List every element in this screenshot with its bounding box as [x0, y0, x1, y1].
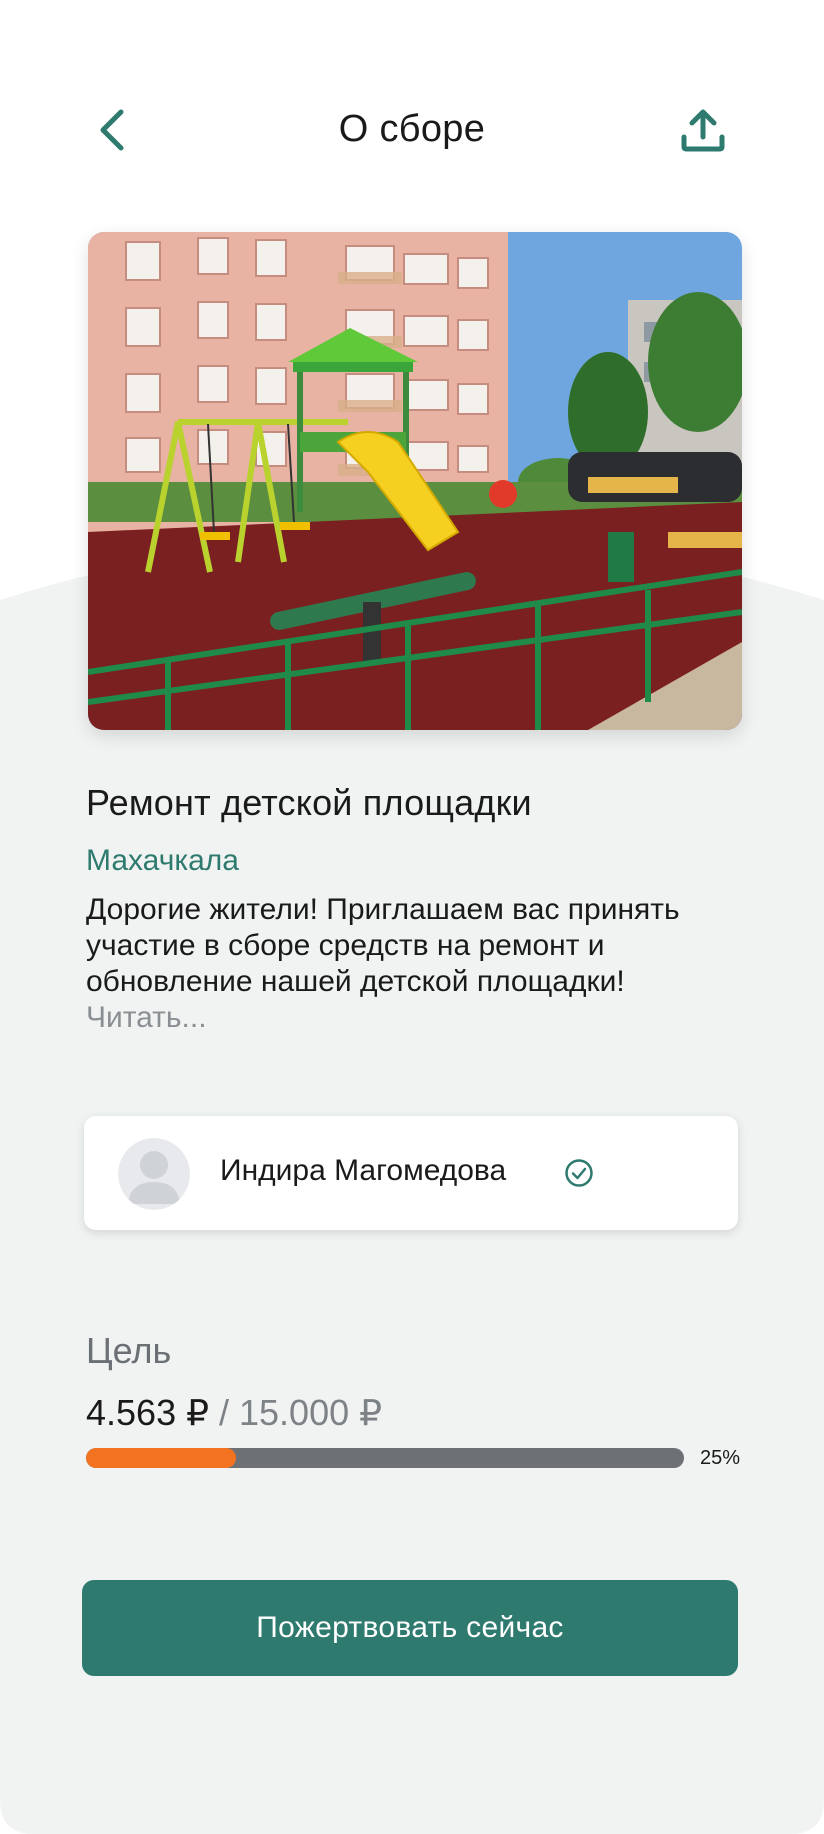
author-card[interactable]: Индира Магомедова: [84, 1116, 738, 1230]
author-name: Индира Магомедова: [220, 1154, 507, 1187]
read-more-link[interactable]: Читать...: [86, 1001, 207, 1034]
target-amount: 15.000 ₽: [239, 1392, 383, 1433]
progress-percent: 25%: [700, 1447, 741, 1469]
campaign-photo: [88, 232, 742, 730]
progress-fill: [86, 1448, 236, 1468]
donate-button[interactable]: Пожертвовать сейчас: [82, 1580, 738, 1676]
check-circle-icon: [564, 1158, 594, 1188]
progress-bar: [86, 1448, 684, 1468]
campaign-description: Дорогие жители! Приглашаем вас принять у…: [86, 892, 686, 1036]
goal-amount: 4.563 ₽ / 15.000 ₽: [86, 1392, 382, 1434]
description-text: Дорогие жители! Приглашаем вас принять у…: [86, 893, 680, 998]
user-placeholder-icon: [118, 1138, 190, 1210]
upload-share-icon: [680, 107, 726, 158]
share-button[interactable]: [678, 108, 728, 156]
raised-amount: 4.563 ₽: [86, 1392, 209, 1433]
top-bar: О сборе: [0, 90, 824, 170]
campaign-city: Махачкала: [86, 844, 239, 877]
goal-label: Цель: [86, 1330, 172, 1371]
campaign-title: Ремонт детской площадки: [86, 782, 532, 823]
amount-separator: /: [209, 1392, 240, 1433]
